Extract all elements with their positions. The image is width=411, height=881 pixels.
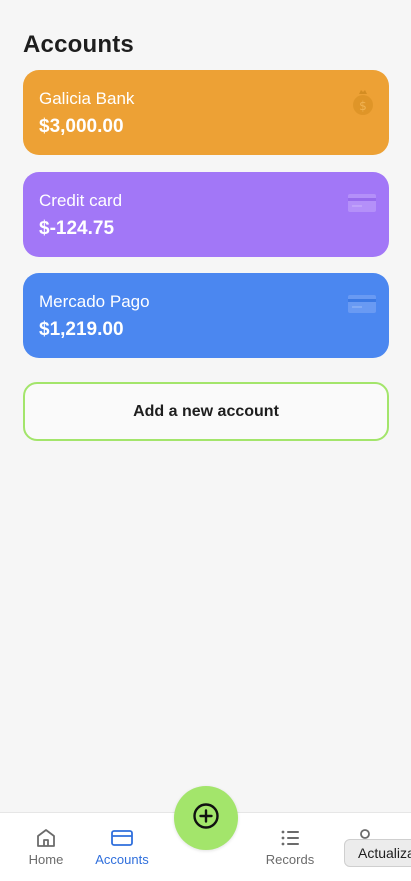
add-record-button[interactable] (174, 786, 238, 850)
nav-label-records: Records (265, 852, 315, 867)
account-card-galicia-bank[interactable]: Galicia Bank $3,000.00 $ (23, 70, 389, 155)
plus-circle-icon (192, 802, 220, 835)
account-balance: $-124.75 (39, 218, 115, 239)
tooltip: Actualiza (344, 839, 411, 867)
nav-label-home: Home (28, 852, 64, 867)
svg-text:$: $ (359, 99, 367, 113)
nav-item-accounts[interactable]: Accounts (82, 813, 162, 881)
list-icon (279, 827, 301, 849)
money-bag-icon: $ (351, 88, 375, 121)
account-name: Credit card (39, 191, 123, 210)
card-icon (110, 827, 134, 849)
home-icon (35, 827, 57, 849)
account-name: Mercado Pago (39, 292, 150, 311)
add-account-button[interactable]: Add a new account (23, 382, 389, 441)
credit-card-icon (347, 293, 377, 320)
page-title: Accounts (23, 31, 134, 58)
account-card-credit-card[interactable]: Credit card $-124.75 (23, 172, 389, 257)
account-card-mercado-pago[interactable]: Mercado Pago $1,219.00 (23, 273, 389, 358)
nav-label-accounts: Accounts (95, 852, 149, 867)
account-name: Galicia Bank (39, 89, 135, 108)
nav-item-home[interactable]: Home (6, 813, 86, 881)
credit-card-icon (347, 192, 377, 219)
account-balance: $1,219.00 (39, 319, 124, 340)
account-balance: $3,000.00 (39, 116, 124, 137)
nav-item-records[interactable]: Records (250, 813, 330, 881)
